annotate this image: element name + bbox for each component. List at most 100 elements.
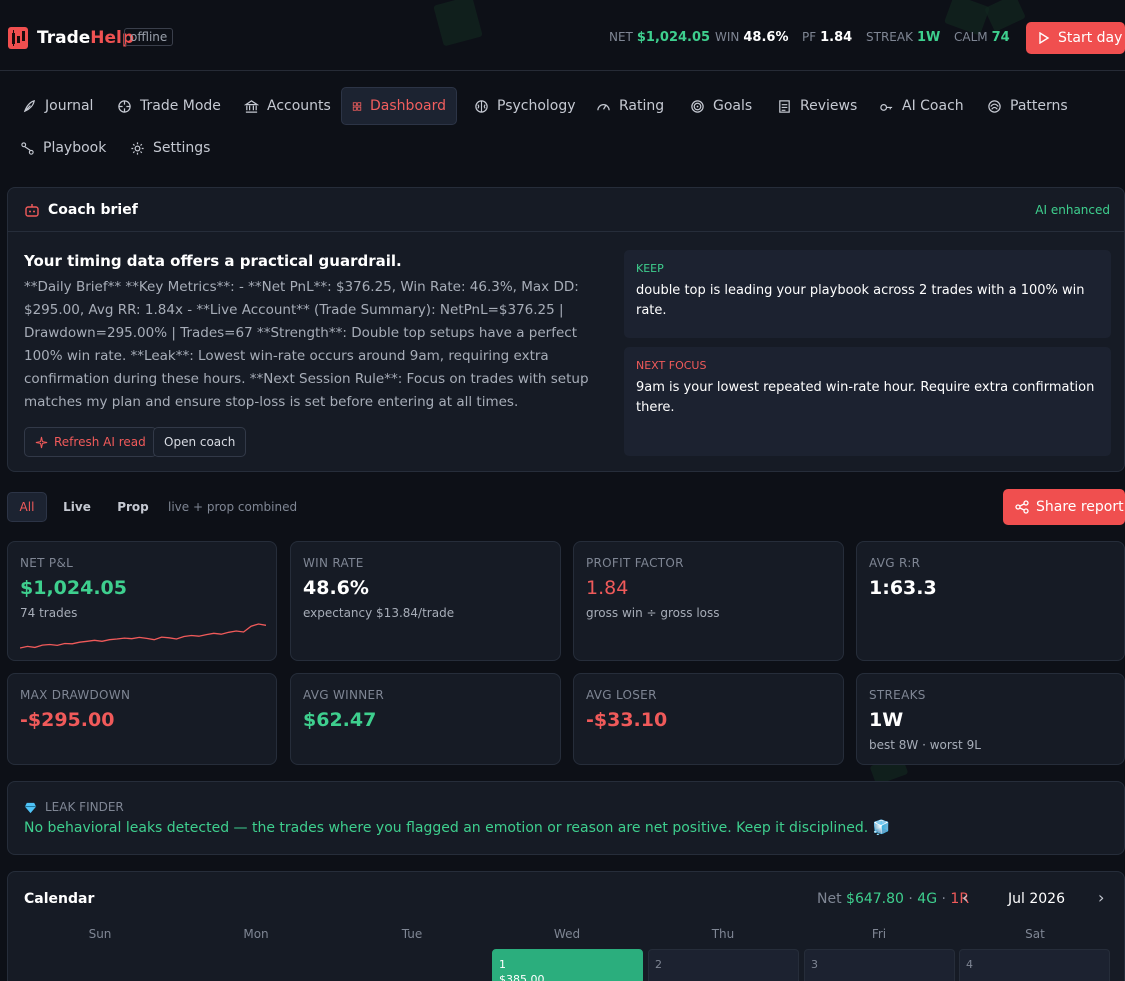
nav-ai-coach[interactable]: AI Coach (869, 88, 974, 124)
nav-dashboard[interactable]: Dashboard (341, 87, 457, 125)
weekday-label: Mon (243, 927, 269, 941)
leak-finder-label: LEAK FINDER (24, 800, 124, 814)
metric-avg-winner[interactable]: AVG WINNER $62.47 (290, 673, 561, 765)
coach-brief-header: Coach brief AI enhanced (8, 188, 1124, 232)
ai-enhanced-badge: AI enhanced (1035, 203, 1110, 217)
metric-avg-rr[interactable]: AVG R:R 1:63.3 (856, 541, 1125, 661)
weekday-label: Sat (1025, 927, 1045, 941)
metric-value: -$33.10 (586, 709, 668, 731)
nav-psychology[interactable]: Psychology (464, 88, 586, 124)
nav-playbook[interactable]: Playbook (10, 130, 116, 166)
weekday-label: Tue (401, 927, 423, 941)
filter-live[interactable]: Live (56, 492, 98, 522)
bank-icon (244, 99, 259, 113)
metric-profit-factor[interactable]: PROFIT FACTOR 1.84 gross win ÷ gross los… (573, 541, 844, 661)
next-focus-panel: NEXT FOCUS 9am is your lowest repeated w… (624, 347, 1111, 456)
next-focus-label: NEXT FOCUS (636, 359, 707, 372)
weekday-label: Wed (553, 927, 581, 941)
weekday-label: Thu (711, 927, 735, 941)
metric-label: MAX DRAWDOWN (20, 688, 131, 702)
metric-value: 1:63.3 (869, 577, 937, 599)
coach-headline: Your timing data offers a practical guar… (24, 252, 402, 270)
metric-value: 1.84 (586, 577, 629, 599)
equity-sparkline (20, 623, 266, 649)
metric-label: AVG WINNER (303, 688, 385, 702)
metric-value: 48.6% (303, 577, 369, 599)
nav-settings[interactable]: Settings (120, 130, 220, 166)
robot-icon (25, 204, 39, 217)
nav-trade-mode[interactable]: Trade Mode (107, 88, 231, 124)
coach-brief-body: **Daily Brief** **Key Metrics**: - **Net… (24, 279, 589, 410)
metric-streaks[interactable]: STREAKS 1W best 8W · worst 9L (856, 673, 1125, 765)
metric-label: WIN RATE (303, 556, 364, 570)
metric-value: 1W (869, 709, 904, 731)
sparkle-icon (35, 436, 48, 448)
nav-journal[interactable]: Journal (12, 88, 103, 124)
keep-text: double top is leading your playbook acro… (636, 283, 1085, 318)
metric-net-pnl[interactable]: NET P&L $1,024.05 74 trades (7, 541, 277, 661)
stat-streak: STREAK 1W (866, 30, 941, 45)
top-bar: TradeHelp offline NET $1,024.05 WIN 48.6% … (0, 0, 1125, 71)
gem-icon (24, 802, 37, 813)
key-icon (880, 103, 893, 111)
metric-label: NET P&L (20, 556, 74, 570)
day-number: 4 (966, 958, 973, 971)
share-icon (1015, 500, 1029, 514)
play-icon (1039, 32, 1050, 44)
metric-avg-loser[interactable]: AVG LOSER -$33.10 (573, 673, 844, 765)
leak-finder-card: LEAK FINDER No behavioral leaks detected… (7, 781, 1125, 855)
nav-patterns[interactable]: Patterns (977, 88, 1078, 124)
next-focus-text: 9am is your lowest repeated win-rate hou… (636, 380, 1095, 415)
filter-all[interactable]: All (7, 492, 47, 522)
metric-sub: gross win ÷ gross loss (586, 606, 720, 620)
leak-finder-text: No behavioral leaks detected — the trade… (24, 820, 891, 836)
route-icon (21, 141, 34, 155)
metric-label: PROFIT FACTOR (586, 556, 684, 570)
next-month-button[interactable]: › (1098, 888, 1104, 907)
calendar-day[interactable]: 1 $385.00 (492, 949, 643, 981)
metric-label: STREAKS (869, 688, 926, 702)
share-report-button[interactable]: Share report (1003, 489, 1125, 525)
gauge-icon (597, 103, 610, 110)
coach-brief-title: Coach brief (48, 202, 138, 218)
sparkline-series (20, 623, 266, 649)
candlestick-logo-icon (8, 27, 28, 49)
metric-max-drawdown[interactable]: MAX DRAWDOWN -$295.00 (7, 673, 277, 765)
filter-note: live + prop combined (168, 500, 298, 514)
stat-calm: CALM 74 (954, 30, 1010, 45)
metric-label: AVG LOSER (586, 688, 657, 702)
calendar-month: Jul 2026 (1008, 891, 1065, 907)
day-number: 1 (499, 958, 506, 971)
calendar-title: Calendar (24, 891, 95, 907)
target-icon (691, 99, 704, 113)
metric-value: $62.47 (303, 709, 377, 731)
filter-prop[interactable]: Prop (112, 492, 154, 522)
metric-sub: best 8W · worst 9L (869, 738, 981, 752)
calendar-day[interactable]: 3 (804, 949, 955, 981)
brain-icon (475, 99, 488, 113)
weekday-label: Fri (871, 927, 887, 941)
refresh-ai-read-button[interactable]: Refresh AI read (24, 427, 157, 457)
grid-icon (352, 101, 362, 111)
metric-sub: 74 trades (20, 606, 78, 620)
open-coach-button[interactable]: Open coach (153, 427, 247, 457)
calendar-day[interactable]: 2 (648, 949, 799, 981)
metric-value: -$295.00 (20, 709, 115, 731)
metric-win-rate[interactable]: WIN RATE 48.6% expectancy $13.84/trade (290, 541, 561, 661)
nav-accounts[interactable]: Accounts (234, 88, 341, 124)
prev-month-button[interactable]: ‹ (962, 888, 968, 907)
start-day-button[interactable]: Start day (1026, 22, 1125, 54)
day-number: 3 (811, 958, 818, 971)
coach-brief-card: Coach brief AI enhanced Your timing data… (7, 187, 1125, 472)
calendar-day[interactable]: 4 (959, 949, 1110, 981)
nav-reviews[interactable]: Reviews (767, 88, 867, 124)
weekday-label: Sun (88, 927, 112, 941)
app-brand[interactable]: TradeHelp (37, 28, 134, 48)
nav-goals[interactable]: Goals (680, 88, 762, 124)
nav-rating[interactable]: Rating (586, 88, 674, 124)
day-pnl: $385.00 (499, 973, 545, 981)
gear-icon (131, 141, 144, 155)
metric-sub: expectancy $13.84/trade (303, 606, 455, 620)
calendar-net-summary: Net $647.80 · 4G · 1R (817, 891, 970, 907)
keep-panel: KEEP double top is leading your playbook… (624, 250, 1111, 338)
